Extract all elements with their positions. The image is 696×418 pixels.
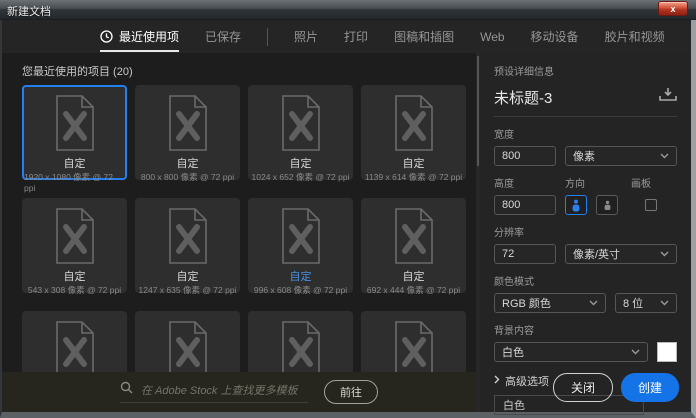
tab-3[interactable]: 打印 (344, 20, 368, 53)
width-label: 宽度 (494, 126, 677, 141)
document-template-icon (52, 207, 98, 270)
stock-go-button[interactable]: 前往 (324, 380, 378, 404)
bit-depth-dropdown[interactable]: 8 位 (615, 293, 677, 313)
preset-details-panel: 预设详细信息 未标题-3 宽度 800 像素 高度 方向 (480, 53, 691, 412)
tab-1[interactable]: 已保存 (205, 20, 241, 53)
new-document-dialog: 最近使用项 已保存 照片 打印 图稿和插图 Web 移动设备 (0, 20, 696, 418)
stock-search-placeholder: 在 Adobe Stock 上查找更多模板 (141, 382, 298, 398)
tab-4[interactable]: 图稿和插图 (394, 20, 454, 53)
height-input[interactable]: 800 (494, 195, 556, 215)
recent-items-grid: 自定 1920 x 1080 像素 @ 72 ppi 自定 800 x 800 … (22, 85, 466, 406)
chevron-down-icon (660, 297, 669, 309)
artboard-label: 画板 (631, 175, 651, 190)
height-label: 高度 (494, 175, 565, 190)
tab-6[interactable]: 移动设备 (531, 20, 579, 53)
document-template-icon (278, 94, 324, 157)
chevron-down-icon (589, 297, 598, 309)
tab-7[interactable]: 胶片和视频 (605, 20, 665, 53)
orientation-label: 方向 (565, 175, 631, 190)
artboard-checkbox[interactable] (645, 199, 657, 211)
resolution-input[interactable]: 72 (494, 244, 556, 264)
recent-document-card[interactable]: 自定 1247 x 635 像素 @ 72 ppi (135, 198, 240, 293)
recent-document-card[interactable]: 自定 1920 x 1080 像素 @ 72 ppi (22, 85, 127, 180)
search-icon (120, 381, 133, 399)
recent-document-card[interactable]: 自定 692 x 444 像素 @ 72 ppi (361, 198, 466, 293)
stock-search-input[interactable]: 在 Adobe Stock 上查找更多模板 (120, 381, 308, 403)
category-tab-bar: 最近使用项 已保存 照片 打印 图稿和插图 Web 移动设备 (2, 20, 691, 53)
document-template-icon (165, 94, 211, 157)
document-template-icon (52, 94, 98, 157)
document-template-icon (278, 207, 324, 270)
recent-document-card[interactable]: 自定 996 x 608 像素 @ 72 ppi (248, 198, 353, 293)
save-preset-icon[interactable] (659, 88, 677, 107)
recent-document-card[interactable]: 自定 1139 x 614 像素 @ 72 ppi (361, 85, 466, 180)
tab-2[interactable]: 照片 (294, 20, 318, 53)
background-contents-dropdown[interactable]: 白色 (494, 342, 648, 362)
color-mode-label: 颜色模式 (494, 273, 677, 288)
recent-document-card[interactable]: 自定 800 x 800 像素 @ 72 ppi (135, 85, 240, 180)
recent-items-section: 您最近使用的项目 (20) 自定 1920 x 1080 像素 @ 72 ppi… (2, 53, 476, 412)
orientation-landscape-button[interactable] (596, 195, 618, 215)
clock-icon (100, 30, 113, 43)
width-unit-dropdown[interactable]: 像素 (565, 146, 677, 166)
document-template-icon (165, 207, 211, 270)
scrollbar-thumb[interactable] (477, 56, 479, 166)
document-template-icon (391, 207, 437, 270)
recent-document-card[interactable]: 自定 1024 x 652 像素 @ 72 ppi (248, 85, 353, 180)
tab-0[interactable]: 最近使用项 (100, 20, 179, 53)
close-window-button[interactable]: x (658, 1, 688, 16)
color-mode-dropdown[interactable]: RGB 颜色 (494, 293, 606, 313)
recent-document-card[interactable]: 自定 543 x 308 像素 @ 72 ppi (22, 198, 127, 293)
chevron-down-icon (631, 346, 640, 358)
tab-5[interactable]: Web (480, 20, 504, 53)
background-color-swatch[interactable] (657, 342, 677, 362)
chevron-right-icon (494, 375, 500, 387)
preset-details-header: 预设详细信息 (494, 63, 677, 78)
title-bar: 新建文档 x (0, 0, 696, 20)
orientation-portrait-button[interactable] (565, 195, 587, 215)
tab-divider (267, 28, 268, 46)
background-contents-label: 背景内容 (494, 322, 677, 337)
resolution-unit-dropdown[interactable]: 像素/英寸 (565, 244, 677, 264)
chevron-down-icon (660, 248, 669, 260)
create-button[interactable]: 创建 (621, 373, 679, 402)
document-title-field[interactable]: 未标题-3 (494, 87, 552, 108)
width-input[interactable]: 800 (494, 146, 556, 166)
window-title: 新建文档 (7, 3, 51, 19)
close-button[interactable]: 关闭 (553, 373, 613, 402)
recent-items-header: 您最近使用的项目 (20) (2, 53, 476, 79)
chevron-down-icon (660, 150, 669, 162)
document-template-icon (391, 94, 437, 157)
resolution-label: 分辨率 (494, 224, 677, 239)
adobe-stock-search-bar: 在 Adobe Stock 上查找更多模板 前往 (2, 372, 476, 412)
